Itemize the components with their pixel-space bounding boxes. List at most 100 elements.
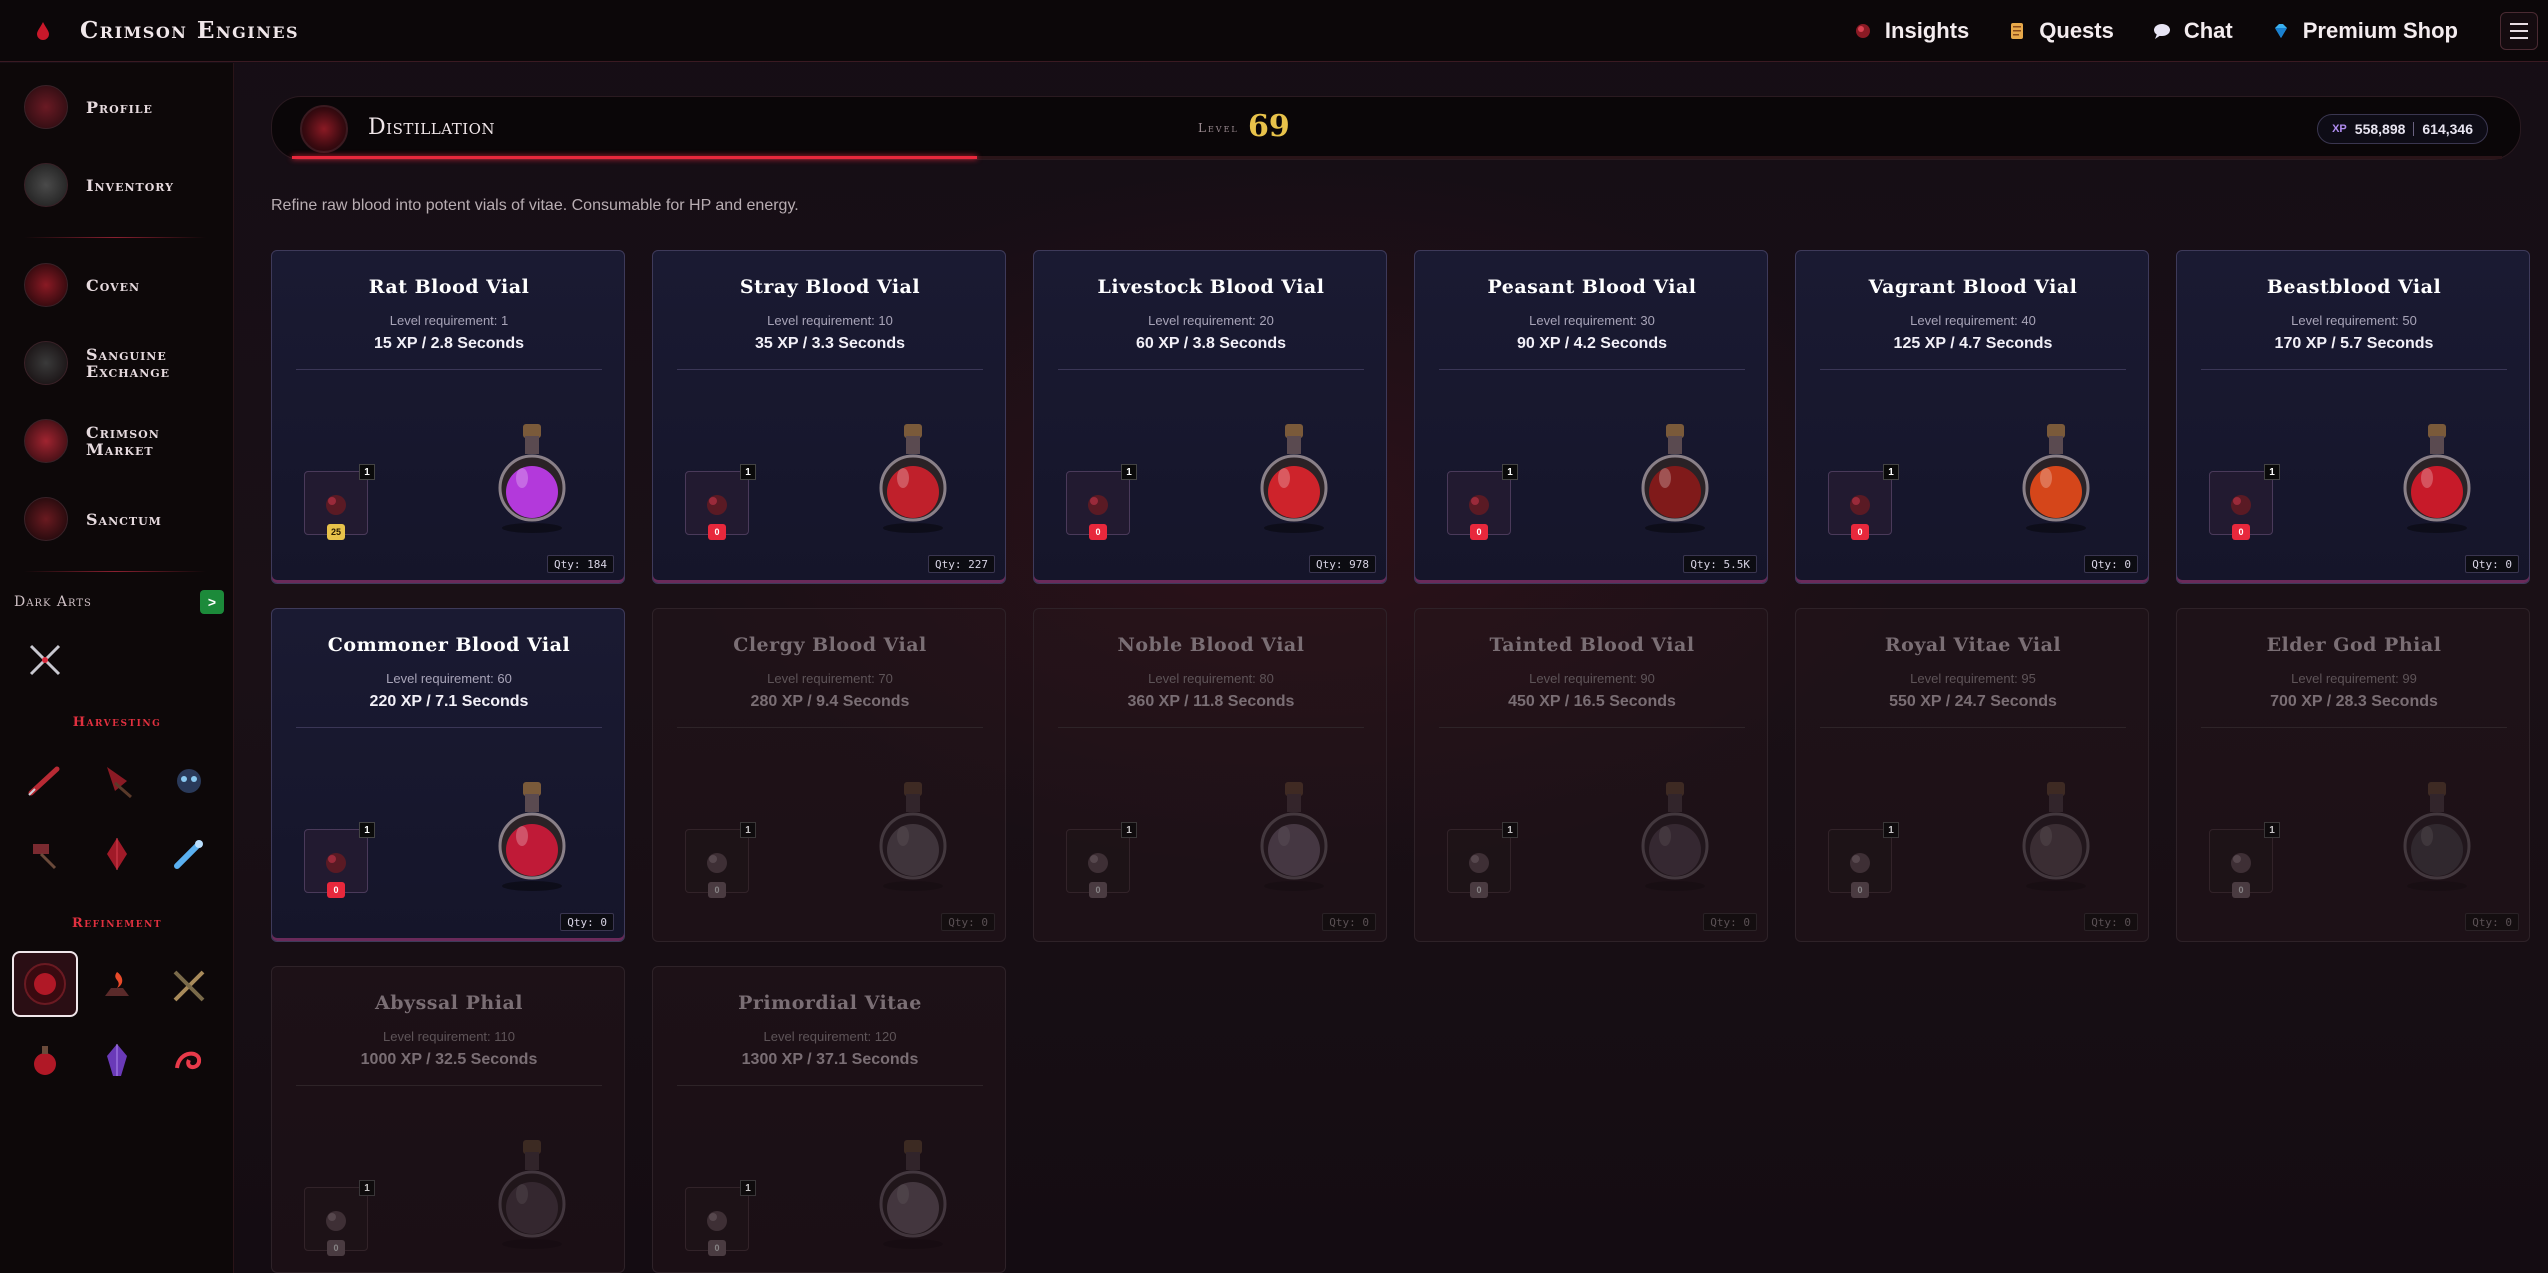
recipe-card[interactable]: Livestock Blood Vial Level requirement: 2… xyxy=(1033,250,1387,584)
blood-syringe-icon[interactable] xyxy=(14,750,76,812)
ingredient-icon xyxy=(1088,495,1108,515)
nav-quests[interactable]: Quests xyxy=(2007,18,2114,44)
blood-axe-icon[interactable] xyxy=(86,750,148,812)
recipe-card[interactable]: Commoner Blood Vial Level requirement: 60… xyxy=(271,608,625,942)
war-hammer-icon[interactable] xyxy=(14,823,76,885)
ingredient-icon xyxy=(326,495,346,515)
sidebar-divider xyxy=(24,237,206,238)
crossed-daggers-svg xyxy=(29,644,61,676)
xp-current: 558,898 xyxy=(2354,121,2406,137)
owned-quantity: Qty: 227 xyxy=(928,555,995,573)
card-divider xyxy=(677,727,983,728)
ingredient-slot[interactable]: 10 xyxy=(1066,464,1137,540)
scales-icon xyxy=(24,341,68,385)
blood-swirl-icon[interactable] xyxy=(158,1029,220,1091)
recipe-card[interactable]: Stray Blood Vial Level requirement: 10 35 … xyxy=(652,250,1006,584)
ingredient-required-count: 1 xyxy=(359,1180,375,1196)
card-divider xyxy=(296,369,602,370)
nav-insights[interactable]: Insights xyxy=(1853,18,1969,44)
recipe-title: Beastblood Vial xyxy=(2266,276,2442,298)
spirit-mask-icon[interactable] xyxy=(158,750,220,812)
owned-quantity: Qty: 0 xyxy=(1703,913,1757,931)
ingredient-slot[interactable]: 10 xyxy=(1828,822,1899,898)
ingredient-stock-badge: 0 xyxy=(1470,524,1488,540)
ingredient-slot[interactable]: 10 xyxy=(2209,464,2280,540)
recipe-title: Clergy Blood Vial xyxy=(733,634,927,656)
xp-progress-fill xyxy=(292,156,978,159)
level-value: 69 xyxy=(1248,109,1290,144)
crossed-tools-icon[interactable] xyxy=(158,955,220,1017)
brand[interactable]: Crimson Engines xyxy=(32,17,299,44)
recipe-level-requirement: Level requirement: 30 xyxy=(1529,313,1655,328)
brand-name: Crimson Engines xyxy=(80,17,300,44)
ingredient-stock-badge: 0 xyxy=(708,1240,726,1256)
frost-blade-icon[interactable] xyxy=(158,823,220,885)
recipe-card[interactable]: Beastblood Vial Level requirement: 50 170 … xyxy=(2176,250,2530,584)
ingredient-slot[interactable]: 10 xyxy=(1447,464,1518,540)
ingredient-icon xyxy=(1850,853,1870,873)
recipe-level-requirement: Level requirement: 50 xyxy=(2291,313,2417,328)
sidebar-item-label: Sanguine Exchange xyxy=(86,345,171,381)
recipe-xp-time: 550 XP / 24.7 Seconds xyxy=(1889,693,2057,710)
ingredient-slot[interactable]: 10 xyxy=(685,1180,756,1256)
potion-flask-icon[interactable] xyxy=(14,1029,76,1091)
dark-arts-expand-button[interactable]: > xyxy=(200,590,224,614)
ingredient-slot[interactable]: 10 xyxy=(1066,822,1137,898)
forge-fire-icon[interactable] xyxy=(86,955,148,1017)
sidebar-item-sanctum[interactable]: Sanctum xyxy=(24,497,162,541)
sidebar-item-label: Sanctum xyxy=(86,509,162,529)
ingredient-slot[interactable]: 10 xyxy=(685,464,756,540)
recipe-card[interactable]: Clergy Blood Vial Level requirement: 70 28… xyxy=(652,608,1006,942)
blood-crystal-icon[interactable] xyxy=(86,823,148,885)
recipe-xp-time: 170 XP / 5.7 Seconds xyxy=(2274,335,2434,352)
market-chest-icon xyxy=(24,419,68,463)
recipe-card[interactable]: Abyssal Phial Level requirement: 110 1000 … xyxy=(271,966,625,1273)
recipe-xp-time: 700 XP / 28.3 Seconds xyxy=(2270,693,2438,710)
ingredient-stock-badge: 0 xyxy=(708,524,726,540)
potion-vial-icon xyxy=(2387,769,2487,899)
sidebar-item-sanguine-exchange[interactable]: Sanguine Exchange xyxy=(24,341,196,385)
crossed-daggers-icon[interactable] xyxy=(14,629,76,691)
ingredient-stock-badge: 25 xyxy=(327,524,346,540)
sidebar-item-crimson-market[interactable]: Crimson Market xyxy=(24,419,196,463)
recipe-title: Vagrant Blood Vial xyxy=(1868,276,2078,298)
nav-premium-shop[interactable]: Premium Shop xyxy=(2271,18,2458,44)
owned-quantity: Qty: 0 xyxy=(2465,913,2519,931)
ingredient-slot[interactable]: 10 xyxy=(2209,822,2280,898)
recipe-card[interactable]: Noble Blood Vial Level requirement: 80 360… xyxy=(1033,608,1387,942)
recipe-xp-time: 15 XP / 2.8 Seconds xyxy=(373,335,524,352)
sidebar-item-profile[interactable]: Profile xyxy=(24,85,153,129)
recipe-card[interactable]: Rat Blood Vial Level requirement: 1 15 XP … xyxy=(271,250,625,584)
sidebar-divider xyxy=(24,571,206,572)
sidebar-item-label: Coven xyxy=(86,275,141,295)
ingredient-slot[interactable]: 10 xyxy=(1828,464,1899,540)
owned-quantity: Qty: 978 xyxy=(1309,555,1376,573)
recipe-card[interactable]: Primordial Vitae Level requirement: 120 13… xyxy=(652,966,1006,1273)
recipe-card[interactable]: Elder God Phial Level requirement: 99 700 … xyxy=(2176,608,2530,942)
recipe-card[interactable]: Peasant Blood Vial Level requirement: 30 9… xyxy=(1414,250,1768,584)
ingredient-slot[interactable]: 10 xyxy=(685,822,756,898)
diamond-icon xyxy=(2274,24,2287,38)
potion-vial-icon xyxy=(1244,411,1344,541)
ingredient-slot[interactable]: 10 xyxy=(304,822,375,898)
sidebar-item-coven[interactable]: Coven xyxy=(24,263,140,307)
ingredient-slot[interactable]: 10 xyxy=(1447,822,1518,898)
owned-quantity: Qty: 0 xyxy=(560,913,614,931)
recipe-card[interactable]: Royal Vitae Vial Level requirement: 95 550… xyxy=(1795,608,2149,942)
nav-chat[interactable]: Chat xyxy=(2152,18,2233,44)
coven-crest-icon xyxy=(24,263,68,307)
distillation-skill-icon[interactable] xyxy=(12,951,78,1017)
sidebar-item-inventory[interactable]: Inventory xyxy=(24,163,174,207)
recipe-xp-time: 360 XP / 11.8 Seconds xyxy=(1127,693,1295,710)
recipe-level-requirement: Level requirement: 10 xyxy=(767,313,893,328)
hamburger-menu-button[interactable] xyxy=(2500,12,2538,50)
ingredient-icon xyxy=(2231,495,2251,515)
potion-vial-icon xyxy=(1244,769,1344,899)
amethyst-shard-icon[interactable] xyxy=(86,1029,148,1091)
ingredient-icon xyxy=(326,1211,346,1231)
recipe-card[interactable]: Tainted Blood Vial Level requirement: 90 4… xyxy=(1414,608,1768,942)
ingredient-icon xyxy=(707,495,727,515)
recipe-card[interactable]: Vagrant Blood Vial Level requirement: 40 1… xyxy=(1795,250,2149,584)
ingredient-slot[interactable]: 1 25 xyxy=(304,464,375,540)
ingredient-slot[interactable]: 10 xyxy=(304,1180,375,1256)
